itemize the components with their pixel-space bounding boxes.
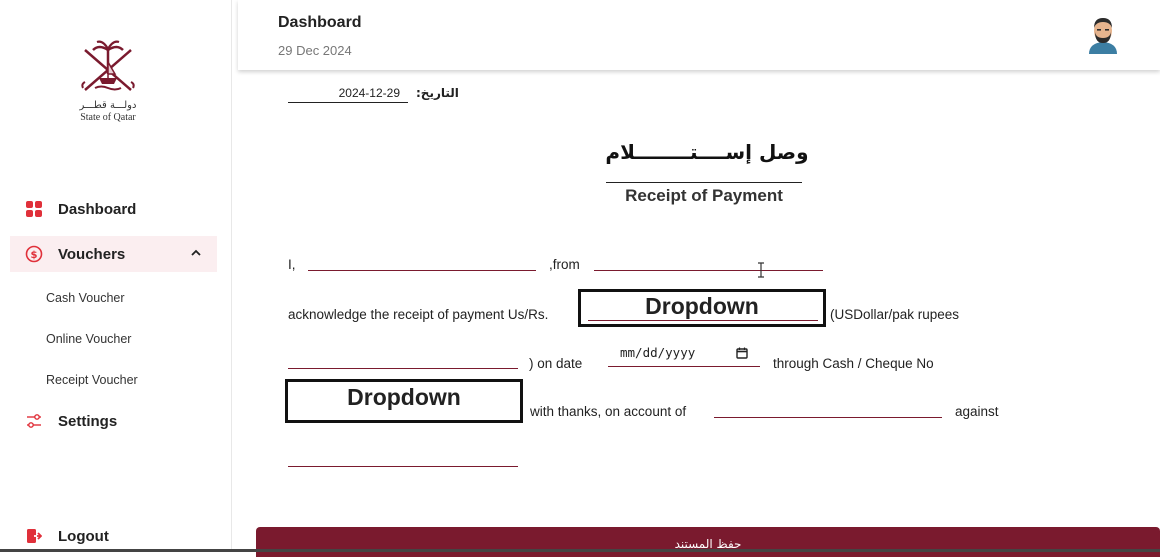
sidebar-item-label: Dashboard — [58, 200, 137, 218]
sidebar-item-label: Vouchers — [58, 245, 126, 263]
calendar-icon[interactable] — [736, 347, 748, 362]
header-date: 29 Dec 2024 — [278, 43, 352, 58]
sidebar-subitem-online-voucher[interactable]: Online Voucher — [46, 332, 131, 346]
title-divider — [606, 182, 802, 183]
dropdown-label: Dropdown — [645, 293, 759, 319]
line4-thanks-text: with thanks, on account of — [530, 404, 687, 419]
receipt-date-row: 2024-12-29 التاريخ: — [288, 86, 502, 103]
on-account-of-input[interactable] — [714, 417, 942, 418]
receipt-date-label: التاريخ: — [416, 86, 459, 100]
line1-from-text: ,from — [549, 257, 580, 272]
user-avatar-icon — [1089, 18, 1117, 54]
line1-prefix: I, — [288, 257, 296, 272]
page-title: Dashboard — [278, 14, 362, 31]
line2-text: acknowledge the receipt of payment Us/Rs… — [288, 307, 549, 322]
page-header: Dashboard 29 Dec 2024 — [238, 0, 1160, 70]
arabic-receipt-title: وصل إســــتــــــــلام — [605, 140, 809, 164]
line3-through-text: through Cash / Cheque No — [773, 356, 934, 371]
receipt-form: 2024-12-29 التاريخ: وصل إســــتــــــــل… — [238, 70, 1160, 557]
from-input[interactable] — [594, 270, 823, 271]
logo-english-text: State of Qatar — [80, 112, 136, 123]
logout-icon — [24, 526, 44, 546]
sidebar-item-settings[interactable]: Settings — [10, 403, 217, 439]
against-input[interactable] — [288, 466, 518, 467]
sidebar-item-dashboard[interactable]: Dashboard — [10, 191, 217, 227]
save-document-button[interactable]: حفظ المستند — [256, 527, 1160, 557]
english-receipt-title: Receipt of Payment — [625, 186, 783, 205]
sidebar-item-label: Logout — [58, 527, 109, 545]
date-placeholder: mm/dd/yyyy — [620, 345, 696, 360]
sidebar-item-label: Settings — [58, 412, 118, 430]
receipt-date-value[interactable]: 2024-12-29 — [288, 86, 408, 103]
svg-text:$: $ — [31, 250, 38, 261]
line4-against-text: against — [955, 404, 999, 419]
amount-words-input[interactable] — [288, 368, 518, 369]
line2-suffix: (USDollar/pak rupees — [830, 307, 960, 322]
sidebar: دولـــة قطـــر State of Qatar Dashboard … — [0, 0, 232, 552]
currency-amount-dropdown[interactable]: Dropdown — [578, 289, 826, 327]
line3-on-date: ) on date — [529, 356, 583, 371]
text-cursor-icon — [756, 262, 766, 283]
logo-arabic-text: دولـــة قطـــر — [79, 100, 137, 111]
sidebar-subitem-receipt-voucher[interactable]: Receipt Voucher — [46, 373, 138, 387]
sidebar-subitem-cash-voucher[interactable]: Cash Voucher — [46, 291, 125, 305]
qatar-emblem-icon — [81, 40, 135, 91]
avatar[interactable] — [1086, 16, 1120, 54]
state-of-qatar-logo: دولـــة قطـــر State of Qatar — [56, 40, 160, 130]
cheque-number-dropdown[interactable]: Dropdown — [285, 379, 523, 423]
amount-underline — [588, 320, 818, 321]
dollar-circle-icon: $ — [24, 244, 44, 264]
chevron-up-icon[interactable] — [189, 246, 203, 264]
dropdown-label: Dropdown — [347, 384, 461, 410]
payment-date-input[interactable]: mm/dd/yyyy — [608, 345, 760, 367]
sidebar-item-vouchers[interactable]: $ Vouchers — [10, 236, 217, 272]
grid-icon — [24, 199, 44, 219]
sliders-icon — [24, 411, 44, 431]
payer-name-input[interactable] — [308, 270, 536, 271]
